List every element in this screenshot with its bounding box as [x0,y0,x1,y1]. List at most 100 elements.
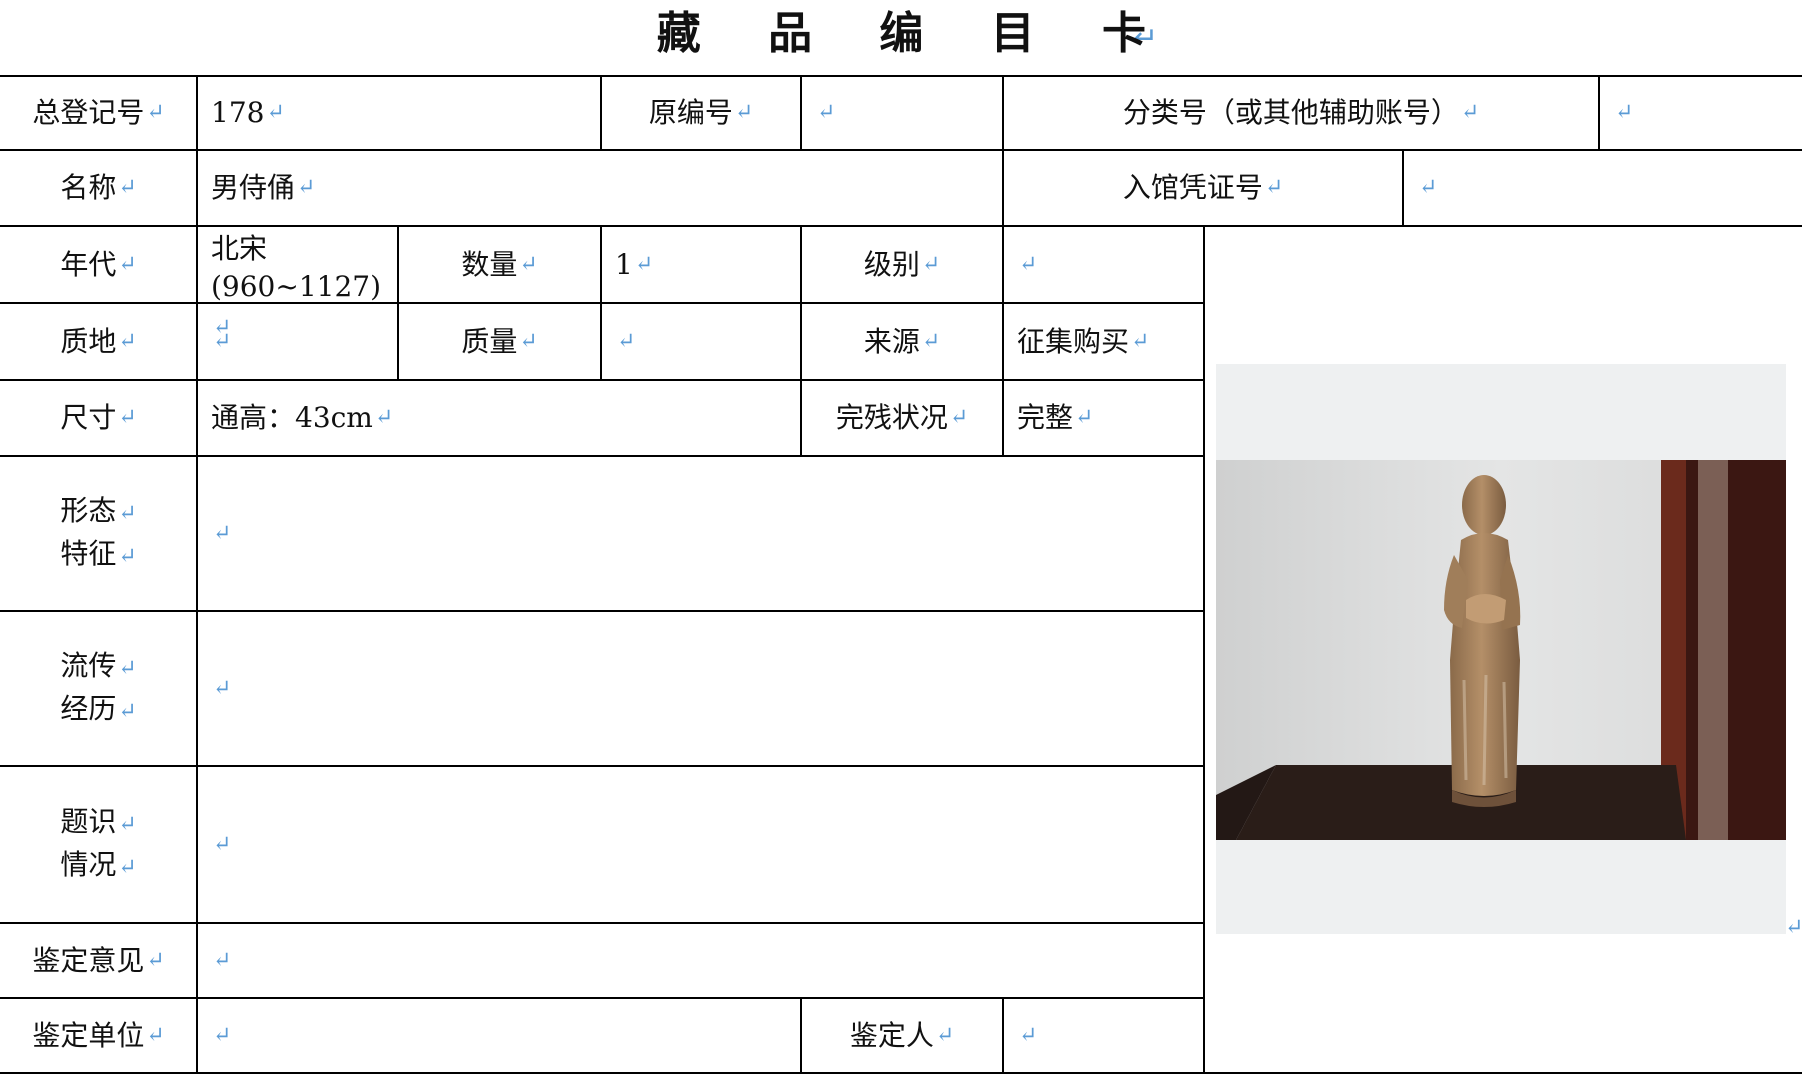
label-text: 形态 [60,493,117,527]
return-mark-icon: ↵ [1075,405,1094,430]
value-era[interactable]: 北宋 (960~1127)↵ [197,226,398,340]
label-text: 入馆凭证号 [1122,171,1263,204]
grid-line [600,75,602,150]
label-form-features: 形态↵ 特征↵ [0,456,197,611]
label-provenance: 流传↵ 经历↵ [0,611,197,766]
label-text: 分类号（或其他辅助账号） [1122,96,1459,129]
value-inscription[interactable]: ↵ [197,766,1204,923]
label-appraisal-opinion: 鉴定意见 ↵ [0,923,197,998]
label-quantity: 数量 ↵ [398,226,601,303]
value-appraisal-opinion[interactable]: ↵ [197,923,1204,998]
return-mark-icon: ↵ [213,831,232,857]
era-line-1: 北宋 [211,232,268,265]
value-appraisal-unit[interactable]: ↵ [197,998,801,1074]
return-mark-icon: ↵ [1785,915,1802,940]
grid-line [0,225,1802,227]
label-text: 质量 [461,324,518,358]
label-classification-no: 分类号（或其他辅助账号） ↵ [1003,76,1599,150]
label-text: 经历 [60,691,117,725]
grid-line [0,379,1204,381]
artifact-photo-image [1216,460,1786,840]
return-mark-icon: ↵ [817,100,836,125]
return-mark-icon: ↵ [118,251,137,277]
return-mark-icon: ↵ [213,675,232,701]
label-dimensions: 尺寸 ↵ [0,380,197,456]
return-mark-icon: ↵ [118,328,137,354]
card-title-text: 藏 品 编 目 卡 [656,8,1173,59]
grid-line [600,225,602,380]
value-grade[interactable]: ↵ [1003,226,1204,303]
return-mark-icon: ↵ [1131,328,1150,354]
return-mark-icon: ↵ [519,251,538,277]
label-text: 流传 [60,648,117,682]
return-mark-icon: ↵ [1019,1023,1038,1048]
value-form-features[interactable]: ↵ [197,456,1204,611]
label-text: 鉴定单位 [32,1019,145,1052]
label-text: 数量 [461,247,518,281]
grid-line [800,75,802,150]
value-entry-voucher-no[interactable]: ↵ [1403,150,1802,226]
return-mark-icon: ↵ [118,405,137,430]
value-provenance[interactable]: ↵ [197,611,1204,766]
value-text: 178 [211,96,265,129]
label-text: 尺寸 [60,401,117,434]
label-text: 题识 [60,804,117,838]
label-original-no: 原编号 ↵ [601,76,801,150]
label-text: 鉴定人 [849,1019,934,1052]
value-source[interactable]: 征集购买 ↵ [1003,303,1204,380]
label-text: 级别 [863,247,920,281]
return-mark-icon: ↵ [617,328,636,354]
value-text: 完整 [1017,401,1074,434]
value-condition[interactable]: 完整 ↵ [1003,380,1204,456]
value-material[interactable]: ↵ [197,303,398,380]
return-mark-icon: ↵ [734,100,754,125]
return-mark-icon: ↵ [213,1023,232,1048]
value-text: 征集购买 [1017,324,1130,358]
return-mark-icon: ↵ [118,655,137,681]
grid-line [0,765,1204,767]
grid-line [1002,997,1004,1074]
grid-line [0,455,1204,457]
return-mark-icon: ↵ [118,698,137,724]
return-mark-icon: ↵ [146,100,165,125]
label-text: 年代 [60,247,117,281]
label-condition: 完残状况 ↵ [801,380,1003,456]
label-material: 质地 ↵ [0,303,197,380]
label-source: 来源 ↵ [801,303,1003,380]
label-text: 情况 [60,847,117,881]
return-mark-icon: ↵ [519,328,538,354]
label-era: 年代 ↵ [0,226,197,303]
value-dimensions[interactable]: 通高：43cm ↵ [197,380,801,456]
grid-line [0,149,1802,151]
value-original-no[interactable]: ↵ [801,76,1003,150]
grid-line [196,75,198,1074]
return-mark-icon: ↵ [118,543,137,569]
label-appraisal-unit: 鉴定单位 ↵ [0,998,197,1074]
value-weight[interactable]: ↵ [601,303,801,380]
artifact-photo [1216,364,1786,934]
return-mark-icon: ↵ [146,947,165,973]
grid-line [0,610,1204,612]
value-appraiser[interactable]: ↵ [1003,998,1204,1074]
return-mark-icon: ↵ [921,328,941,354]
return-mark-icon: ↵ [213,520,232,546]
value-registration-no[interactable]: 178 ↵ [197,76,601,150]
value-quantity[interactable]: 1 ↵ [601,226,801,303]
return-mark-icon: ↵ [118,500,137,526]
return-mark-icon: ↵ [935,1023,955,1048]
return-mark-icon: ↵ [949,405,969,430]
label-text: 原编号 [648,96,733,129]
label-weight: 质量 ↵ [398,303,601,380]
label-text: 总登记号 [32,96,145,129]
value-text: 1 [615,247,633,281]
value-name[interactable]: 男侍俑 ↵ [197,150,1003,226]
grid-line [1402,149,1404,226]
label-appraiser: 鉴定人 ↵ [801,998,1003,1074]
label-name: 名称 ↵ [0,150,197,226]
return-mark-icon: ↵ [1419,175,1438,200]
grid-line [0,302,1204,304]
grid-line [1002,75,1004,227]
return-mark-icon: ↵ [297,175,316,200]
return-mark-icon: ↵ [1460,100,1480,125]
value-classification-no[interactable]: ↵ [1599,76,1802,150]
